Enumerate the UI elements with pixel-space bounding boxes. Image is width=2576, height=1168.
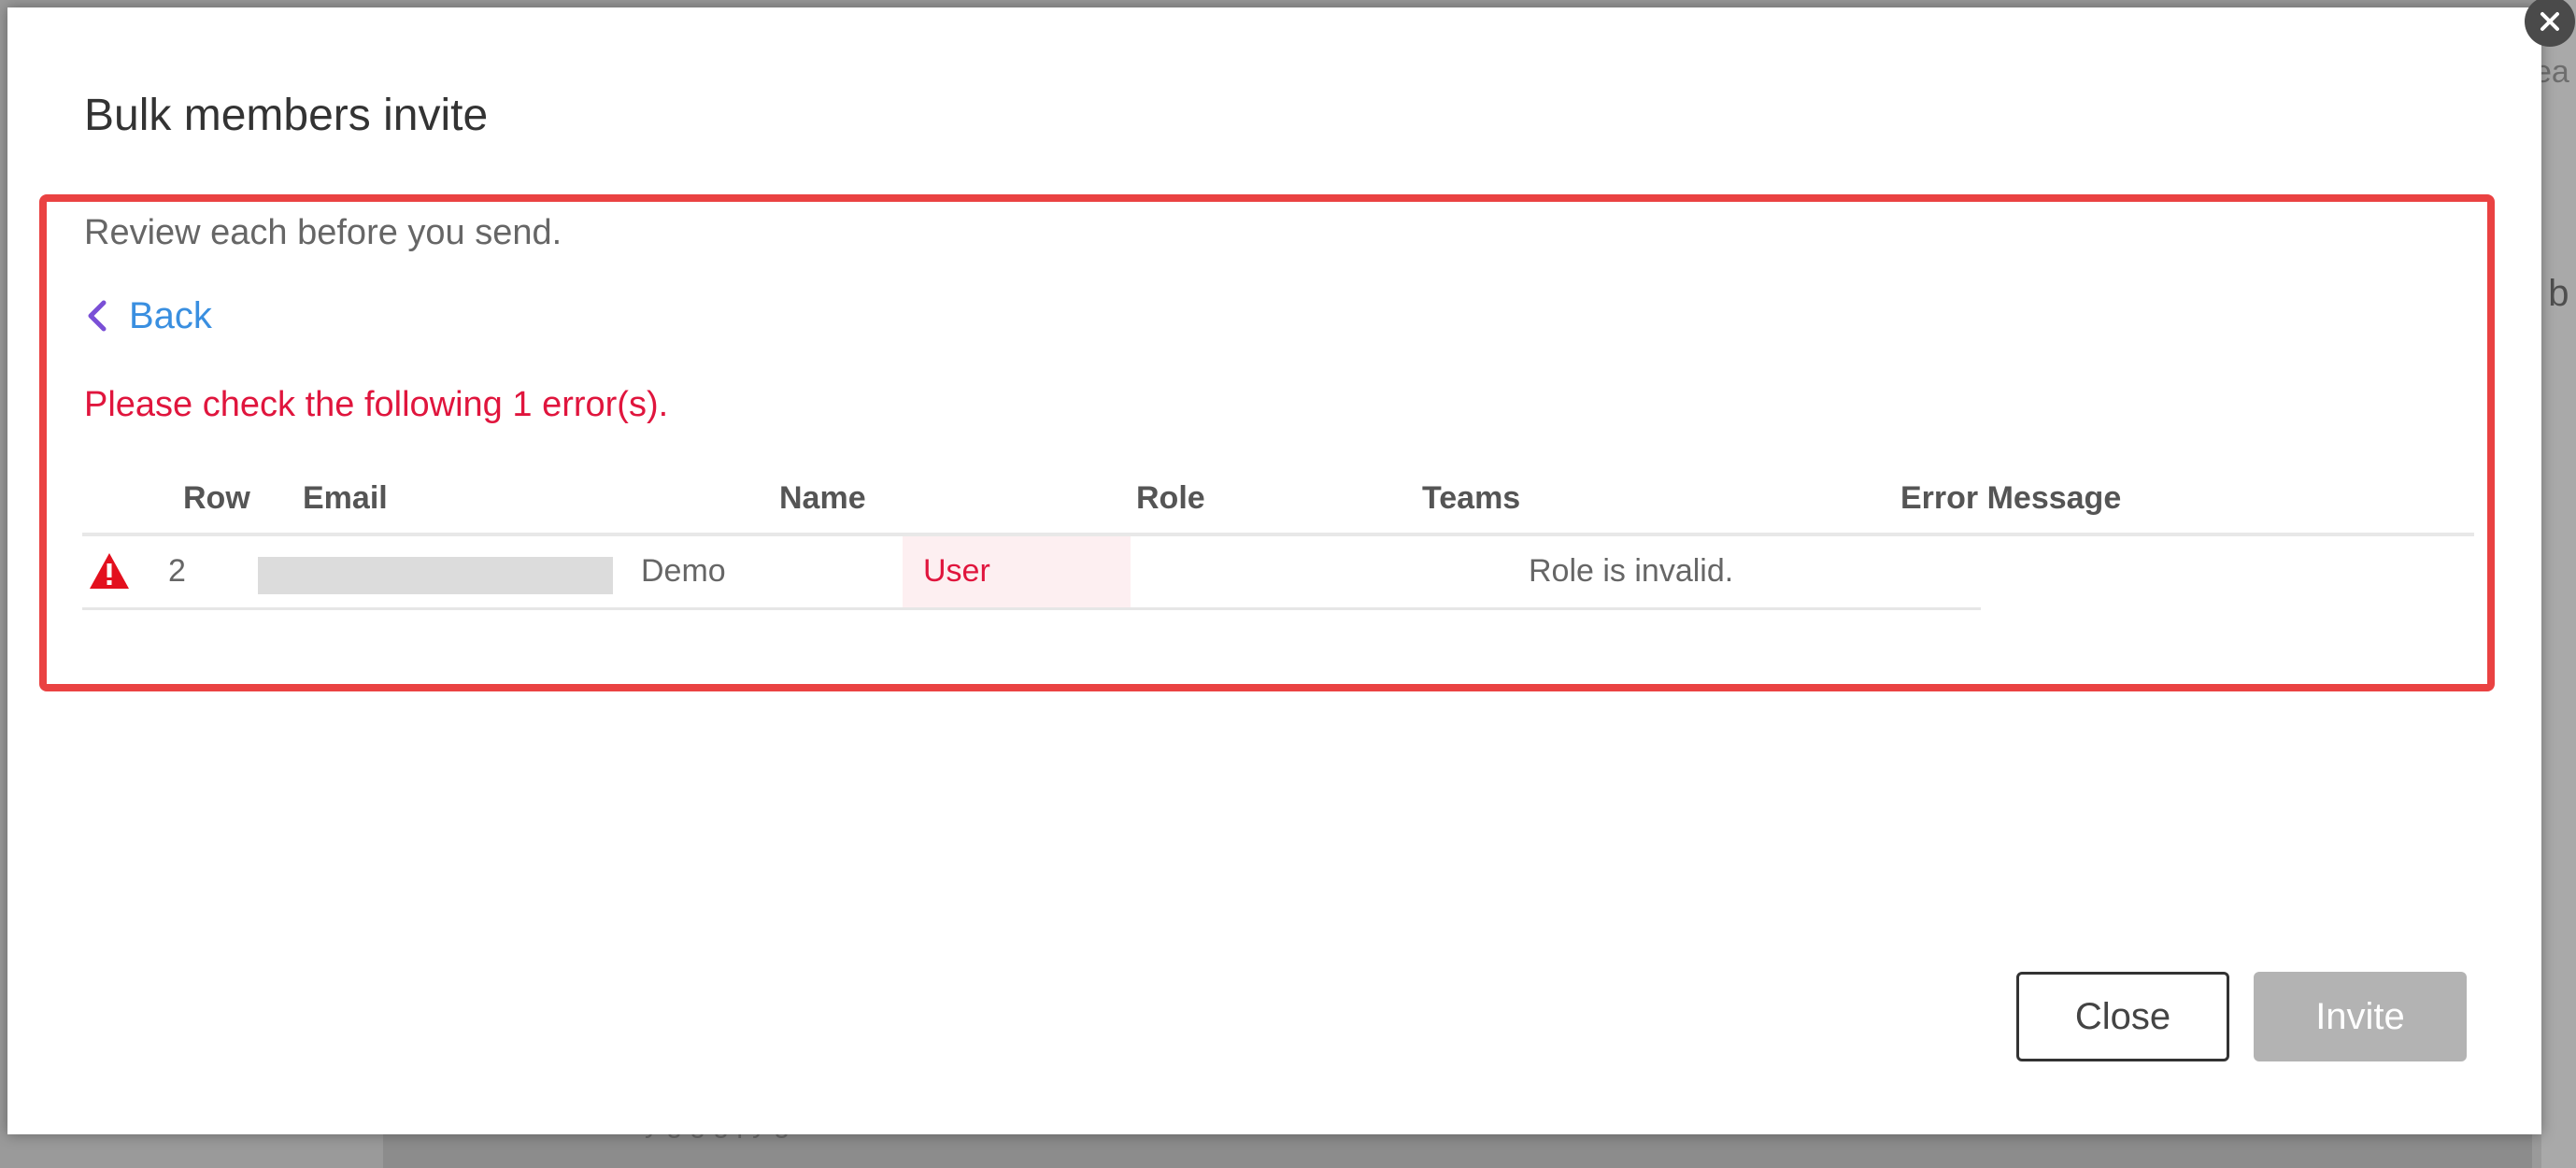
- error-summary: Please check the following 1 error(s).: [84, 385, 669, 424]
- warning-triangle-icon: [88, 551, 131, 591]
- table-header: Row Email Name Role Teams Error Message: [82, 480, 2474, 536]
- column-header-name: Name: [779, 480, 866, 516]
- cell-role-value: User: [923, 553, 990, 589]
- cell-role-invalid: User: [903, 536, 1131, 607]
- cell-email-redacted: [258, 557, 613, 594]
- background-right-panel: [2541, 0, 2576, 1168]
- column-header-error-message: Error Message: [1900, 480, 2122, 516]
- column-header-email: Email: [303, 480, 388, 516]
- back-link-label: Back: [129, 295, 212, 336]
- column-header-row: Row: [183, 480, 250, 516]
- review-instructions: Review each before you send.: [84, 213, 562, 252]
- bulk-invite-modal: Bulk members invite Review each before y…: [7, 0, 2575, 1134]
- column-header-teams: Teams: [1422, 480, 1521, 516]
- cell-error-message: Role is invalid.: [1529, 553, 1734, 589]
- chevron-left-icon: [84, 297, 110, 335]
- cell-name: Demo: [641, 553, 726, 589]
- column-header-role: Role: [1136, 480, 1205, 516]
- modal-title: Bulk members invite: [84, 91, 489, 140]
- close-button[interactable]: Close: [2016, 972, 2229, 1061]
- invite-button[interactable]: Invite: [2254, 972, 2467, 1061]
- table-row: 2 Demo User Role is invalid.: [82, 536, 1981, 610]
- cell-row-number: 2: [168, 553, 186, 589]
- back-link[interactable]: Back: [84, 297, 212, 335]
- review-highlight-frame: [39, 194, 2495, 691]
